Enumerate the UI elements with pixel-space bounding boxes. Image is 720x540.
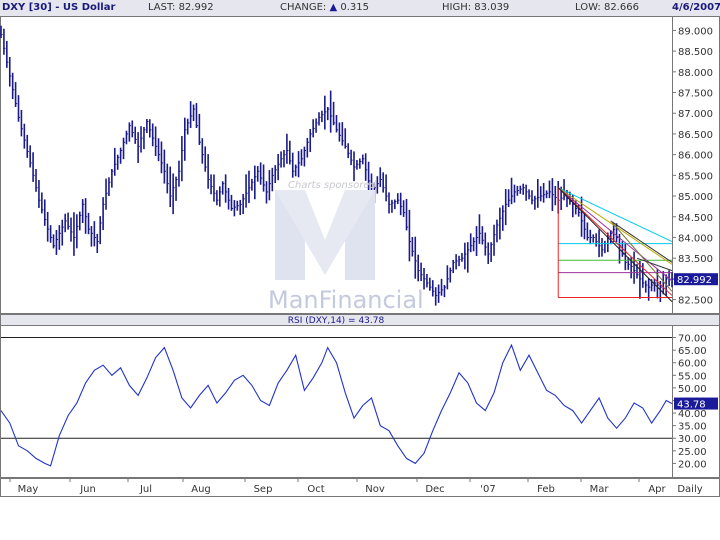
price-tick-label: 87.500 <box>678 89 713 100</box>
x-axis-label: Sep <box>254 484 273 495</box>
watermark-brand: ManFinancial <box>268 286 424 314</box>
chart-canvas: 82.50083.00083.50084.00084.50085.00085.5… <box>0 16 720 497</box>
price-tick-label: 87.000 <box>678 109 713 120</box>
rsi-tick-label: 50.00 <box>678 384 707 395</box>
rsi-tick-label: 65.00 <box>678 346 707 357</box>
price-tick-label: 84.000 <box>678 233 713 244</box>
x-axis: May Jun Jul Aug Sep Oct Nov Dec '07 Feb Mar Apr Dail… <box>0 478 720 497</box>
price-tick-label: 85.000 <box>678 192 713 203</box>
x-axis-label: Mar <box>590 484 610 495</box>
x-axis-label: '07 <box>480 484 495 495</box>
rsi-title: RSI (DXY,14) = 43.78 <box>288 316 385 326</box>
rsi-tick-label: 55.00 <box>678 371 707 382</box>
last-price-label: 82.992 <box>677 275 712 286</box>
rsi-tick-label: 40.00 <box>678 409 707 420</box>
price-tick-label: 85.500 <box>678 171 713 182</box>
x-axis-label: Jul <box>139 484 152 495</box>
rsi-tick-label: 30.00 <box>678 434 707 445</box>
rsi-tick-label: 25.00 <box>678 447 707 458</box>
x-axis-label: Apr <box>648 484 666 495</box>
x-axis-label: Nov <box>365 484 385 495</box>
x-axis-label: Feb <box>537 484 555 495</box>
x-axis-label: Jun <box>79 484 96 495</box>
rsi-panel: RSI (DXY,14) = 43.78 20.0025.00 30.0035.00… <box>0 314 720 478</box>
x-axis-label: Daily <box>677 484 702 495</box>
rsi-tick-label: 20.00 <box>678 459 707 470</box>
rsi-tick-label: 70.00 <box>678 334 707 345</box>
price-tick-label: 82.500 <box>678 296 713 307</box>
rsi-frame <box>0 325 720 478</box>
x-axis-label: Oct <box>307 484 324 495</box>
x-axis-label: Dec <box>425 484 444 495</box>
x-axis-label: May <box>18 484 39 495</box>
price-tick-label: 86.000 <box>678 151 713 162</box>
price-tick-label: 86.500 <box>678 130 713 141</box>
price-tick-label: 83.500 <box>678 254 713 265</box>
rsi-tick-label: 35.00 <box>678 422 707 433</box>
price-tick-label: 89.000 <box>678 26 713 37</box>
x-axis-label: Aug <box>191 484 211 495</box>
price-tick-label: 88.000 <box>678 68 713 79</box>
price-tick-label: 88.500 <box>678 47 713 58</box>
watermark-sponsor: Charts sponsored <box>288 180 376 191</box>
price-tick-label: 84.500 <box>678 213 713 224</box>
rsi-last-label: 43.78 <box>677 400 706 411</box>
x-axis-frame <box>0 478 720 497</box>
rsi-tick-label: 60.00 <box>678 359 707 370</box>
